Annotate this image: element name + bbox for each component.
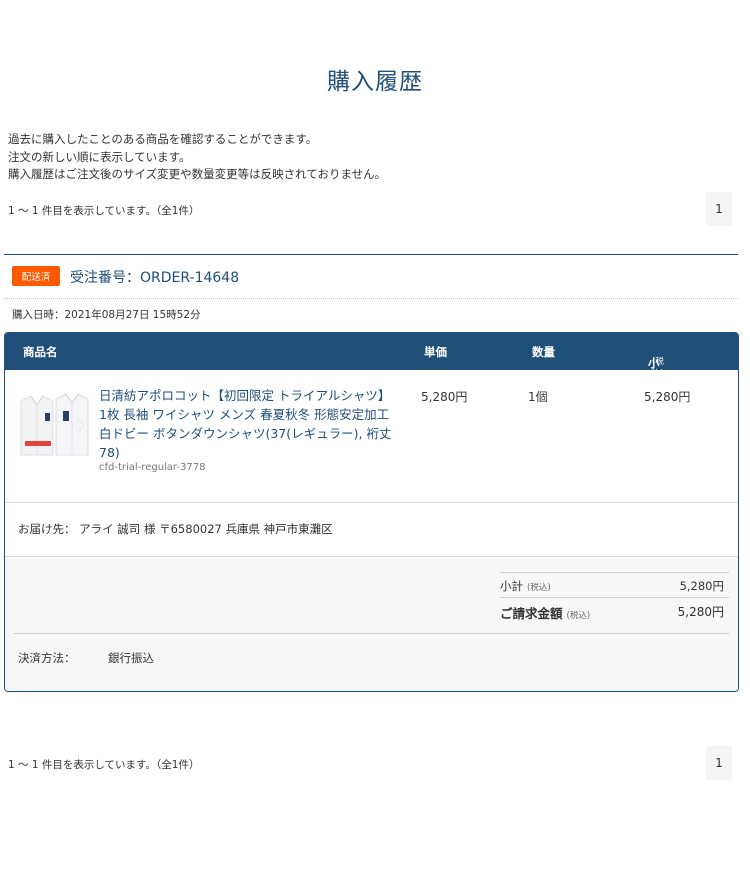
table-header: 商品名 単価 数量 小計 (税込) [5,333,738,386]
grand-total-value: 5,280円 [677,605,724,619]
column-header-name: 商品名 [23,345,58,359]
product-code: cfd-trial-regular-3778 [99,462,206,473]
item-quantity: 1個 [528,390,548,404]
column-header-qty: 数量 [532,345,555,359]
delivery-row: お届け先： アライ 誠司 様 〒6580027 兵庫県 神戸市東灘区 [5,503,738,557]
intro-line: 過去に購入したことのある商品を確認することができます。 [8,132,318,146]
dotted-divider [4,298,738,299]
product-title-link[interactable]: 日清紡アポロコット【初回限定 トライアルシャツ】1枚 長袖 ワイシャツ メンズ … [99,386,395,462]
column-header-price: 単価 [424,345,447,359]
divider [14,633,729,634]
pagination-bottom: 1 ～ 1 件目を表示しています。（全1件） 1 [0,746,750,782]
subtotal-label: 小計 (税込) [500,578,551,594]
payment-method-label: 決済方法： [18,651,76,665]
tax-note: (税込) [527,583,551,593]
grand-total-label: ご請求金額 (税込) [500,603,590,622]
purchase-date: 購入日時：2021年08月27日 15時52分 [12,309,201,321]
totals-section: 小計 (税込) 5,280円 ご請求金額 (税込) 5,280円 決済方法： 銀行振… [5,557,738,691]
result-count: 1 ～ 1 件目を表示しています。（全1件） [8,759,200,771]
divider [500,597,729,598]
intro-line: 購入履歴はご注文後のサイズ変更や数量変更等は反映されておりません。 [8,167,387,181]
tax-note: (税込) [566,611,591,621]
dress-shirt-icon[interactable] [18,389,92,463]
item-subtotal: 5,280円 [644,390,691,404]
order-detail-card: 商品名 単価 数量 小計 (税込) 日清紡アポロコット【初回限定 トライアルシャ… [4,332,739,692]
delivery-address: お届け先： アライ 誠司 様 〒6580027 兵庫県 神戸市東灘区 [18,522,333,536]
page-button-1[interactable]: 1 [706,746,732,780]
intro-line: 注文の新しい順に表示しています。 [8,149,191,164]
result-count: 1 ～ 1 件目を表示しています。（全1件） [8,205,200,217]
intro-text: 過去に購入したことのある商品を確認することができます。 注文の新しい順に表示して… [8,131,386,184]
grand-total-label-text: ご請求金額 [500,606,563,621]
status-badge: 配送済 [12,266,60,286]
table-row: 日清紡アポロコット【初回限定 トライアルシャツ】1枚 長袖 ワイシャツ メンズ … [5,370,738,503]
order-number: 受注番号：ORDER-14648 [70,270,240,286]
subtotal-label-text: 小計 [500,579,523,593]
page-title: 購入履歴 [327,69,423,95]
page-button-1[interactable]: 1 [706,192,732,226]
payment-method-value: 銀行振込 [108,651,154,665]
divider [500,572,729,573]
subtotal-value: 5,280円 [679,579,724,593]
order-divider [4,254,738,255]
pagination-top: 1 ～ 1 件目を表示しています。（全1件） 1 [0,192,750,228]
item-unit-price: 5,280円 [421,390,468,404]
